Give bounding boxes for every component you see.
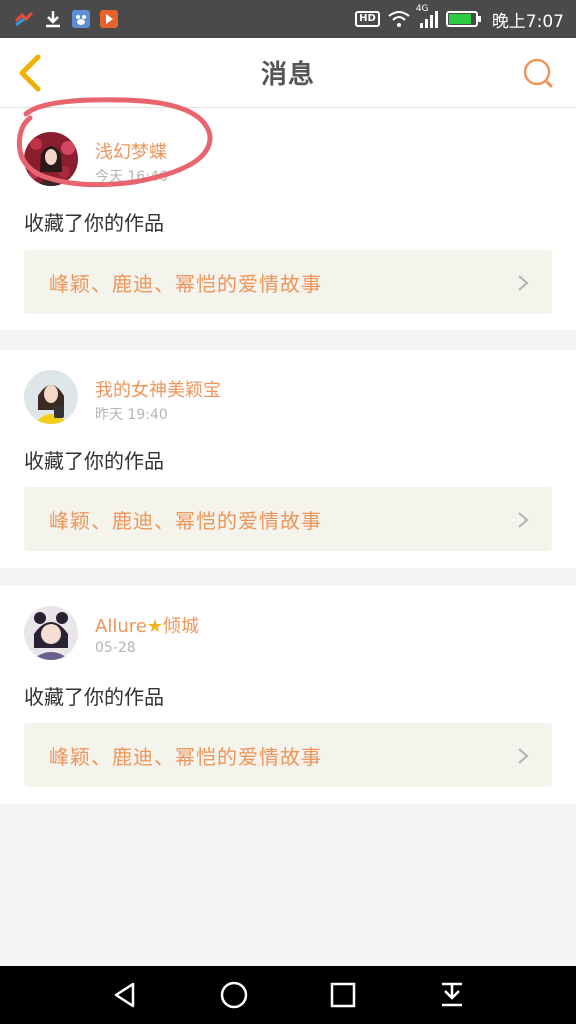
work-link[interactable]: 峰颖、鹿迪、幂恺的爱情故事	[24, 487, 552, 551]
video-icon	[100, 10, 118, 28]
wifi-icon	[388, 10, 410, 28]
timestamp: 昨天 19:40	[95, 407, 168, 423]
baidu-icon	[72, 10, 90, 28]
status-time: 晚上7:07	[491, 11, 564, 32]
network-type: 4G	[415, 4, 429, 14]
message-card[interactable]: Allure★倾城 05-28 收藏了你的作品 峰颖、鹿迪、幂恺的爱情故事	[0, 586, 576, 804]
star-icon: ★	[146, 616, 163, 637]
page-title: 消息	[260, 60, 315, 90]
status-bar: HD 4G 晚上7:07	[0, 0, 576, 38]
work-link[interactable]: 峰颖、鹿迪、幂恺的爱情故事	[24, 250, 552, 314]
chevron-right-icon	[518, 275, 529, 291]
username-prefix: Allure	[95, 616, 147, 637]
download-icon	[44, 10, 62, 28]
signal-icon: 4G	[416, 4, 438, 28]
action-text: 收藏了你的作品	[24, 211, 164, 235]
home-circle-icon	[220, 981, 247, 1009]
avatar[interactable]	[24, 370, 78, 424]
nav-home-button[interactable]	[214, 975, 254, 1015]
status-right: HD 4G 晚上7:07	[355, 4, 564, 32]
search-icon	[523, 58, 553, 88]
status-left	[14, 10, 118, 28]
recents-square-icon	[330, 982, 355, 1008]
app-icon	[14, 11, 34, 27]
nav-notification-button[interactable]	[432, 975, 472, 1015]
annotation-circle	[16, 97, 213, 188]
timestamp: 05-28	[95, 640, 136, 656]
battery-icon	[445, 11, 481, 27]
nav-back-button[interactable]	[105, 975, 145, 1015]
username-suffix: 倾城	[162, 616, 199, 637]
username[interactable]: Allure★倾城	[95, 612, 199, 638]
work-title: 峰颖、鹿迪、幂恺的爱情故事	[49, 744, 322, 769]
work-title: 峰颖、鹿迪、幂恺的爱情故事	[49, 508, 322, 533]
nav-bar	[0, 966, 576, 1024]
notification-pull-icon	[441, 982, 462, 1007]
avatar[interactable]	[24, 606, 78, 660]
back-triangle-icon	[114, 982, 134, 1008]
message-card[interactable]: 我的女神美颖宝 昨天 19:40 收藏了你的作品 峰颖、鹿迪、幂恺的爱情故事	[0, 350, 576, 568]
nav-recents-button[interactable]	[323, 975, 363, 1015]
search-button[interactable]	[520, 56, 556, 92]
chevron-right-icon	[518, 512, 529, 528]
action-text: 收藏了你的作品	[24, 685, 164, 709]
hd-icon: HD	[355, 11, 380, 27]
back-button[interactable]	[14, 53, 50, 93]
username[interactable]: 我的女神美颖宝	[95, 376, 221, 402]
chevron-right-icon	[518, 748, 529, 764]
work-link[interactable]: 峰颖、鹿迪、幂恺的爱情故事	[24, 723, 552, 787]
chevron-left-icon	[19, 54, 41, 92]
action-text: 收藏了你的作品	[24, 449, 164, 473]
work-title: 峰颖、鹿迪、幂恺的爱情故事	[49, 271, 322, 296]
